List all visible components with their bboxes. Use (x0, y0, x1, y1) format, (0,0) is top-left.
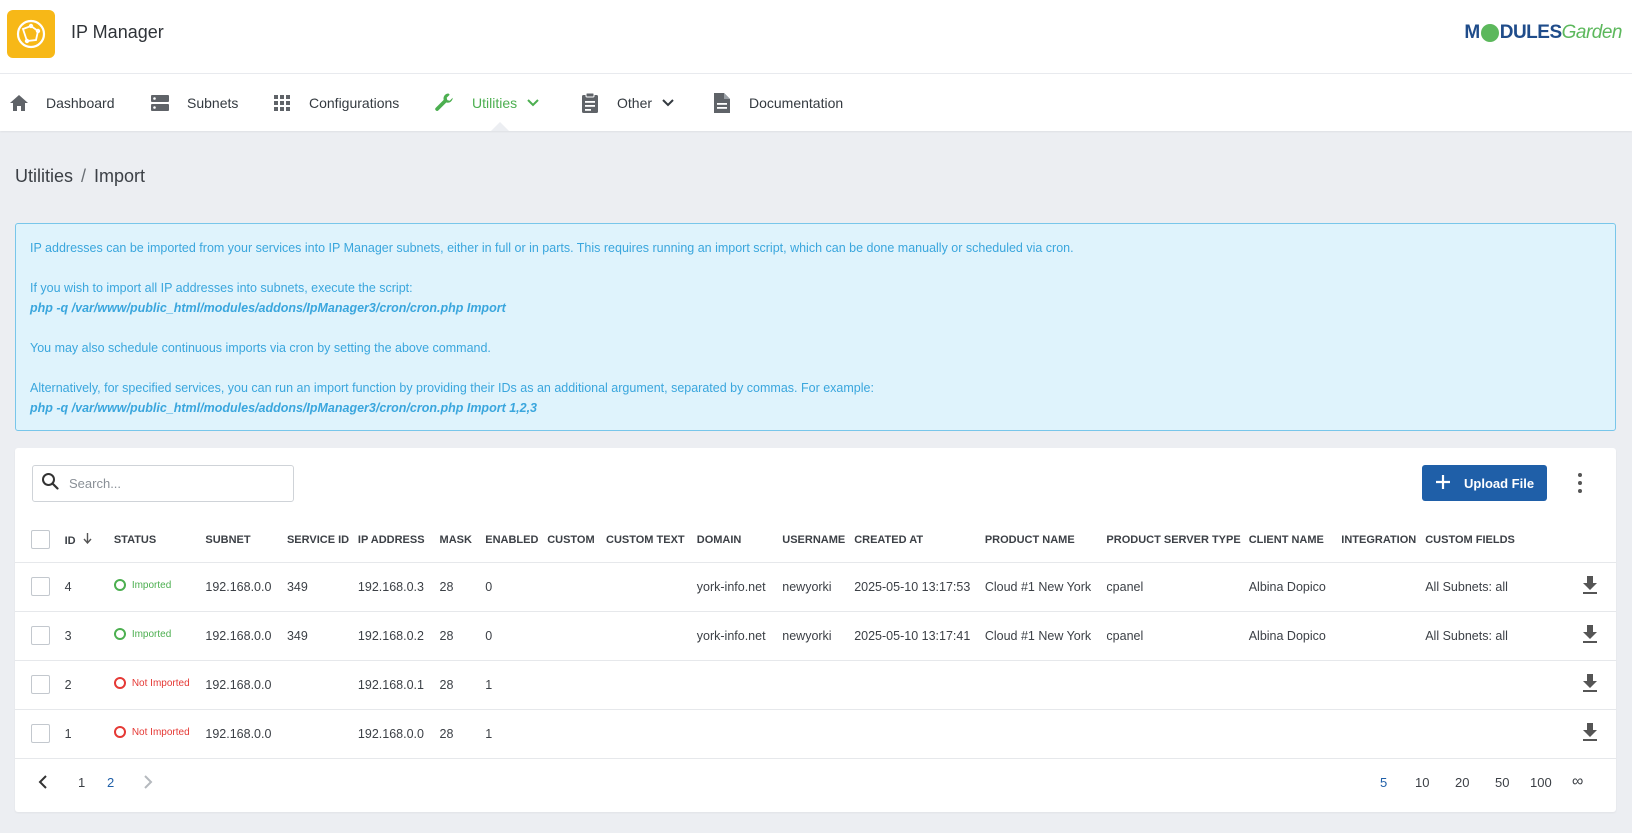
column-header-service-id[interactable]: SERVICE ID (282, 518, 354, 563)
alert-code: php -q /var/www/public_html/modules/addo… (30, 301, 506, 315)
info-alert: IP addresses can be imported from your s… (15, 223, 1616, 431)
column-header-username[interactable]: USERNAME (778, 518, 851, 563)
plus-icon (1436, 474, 1450, 492)
per-page-5[interactable]: 5 (1380, 775, 1387, 790)
nav-dashboard[interactable]: Dashboard (8, 74, 115, 131)
status-circle-icon (113, 677, 126, 689)
status-badge: Not Imported (113, 726, 190, 738)
breadcrumb-current: Import (94, 166, 146, 186)
download-icon[interactable] (1582, 576, 1598, 594)
alert-code: php -q /var/www/public_html/modules/addo… (30, 401, 538, 415)
chevron-left-icon[interactable] (38, 775, 48, 792)
import-table-card: Upload File ID STATUS SUBNET SERVICE ID … (15, 448, 1616, 812)
top-header: IP Manager M DULES Garden (0, 0, 1632, 74)
table-row[interactable]: 4 Imported 192.168.0.0 349 192.168.0.3 2… (15, 562, 1616, 612)
table-row[interactable]: 3 Imported 192.168.0.0 349 192.168.0.2 2… (15, 611, 1616, 661)
search-box[interactable] (32, 465, 294, 502)
home-icon (8, 92, 30, 114)
column-header-mask[interactable]: MASK (435, 518, 482, 563)
nav-other[interactable]: Other (579, 74, 674, 131)
alert-text: You may also schedule continuous imports… (30, 341, 491, 355)
nav-configurations[interactable]: Configurations (271, 74, 399, 131)
alert-text: IP addresses can be imported from your s… (30, 241, 1074, 255)
app-title: IP Manager (71, 22, 164, 42)
table-header-row: ID STATUS SUBNET SERVICE ID IP ADDRESS M… (15, 518, 1616, 563)
document-icon (711, 92, 733, 114)
breadcrumb: Utilities / Import (15, 166, 145, 187)
per-page-all[interactable]: ∞ (1572, 773, 1583, 791)
nav-documentation[interactable]: Documentation (711, 74, 843, 131)
active-nav-caret (491, 122, 509, 131)
import-table: ID STATUS SUBNET SERVICE ID IP ADDRESS M… (15, 518, 1616, 759)
download-icon[interactable] (1582, 674, 1598, 692)
main-navbar: Dashboard Subnets Configurations Utiliti… (0, 74, 1632, 131)
column-header-custom-fields[interactable]: CUSTOM FIELDS (1421, 518, 1521, 563)
status-badge: Imported (113, 579, 171, 591)
status-circle-icon (113, 628, 126, 640)
column-header-client-name[interactable]: CLIENT NAME (1244, 518, 1338, 563)
per-page-10[interactable]: 10 (1415, 775, 1429, 790)
column-header-integration[interactable]: INTEGRATION (1337, 518, 1422, 563)
network-globe-icon (16, 19, 46, 49)
row-checkbox[interactable] (31, 675, 50, 694)
download-icon[interactable] (1582, 625, 1598, 643)
modulesgarden-logo[interactable]: M DULES Garden (1464, 22, 1622, 44)
row-checkbox[interactable] (31, 724, 50, 743)
clipboard-icon (579, 92, 601, 114)
table-row[interactable]: 2 Not Imported 192.168.0.0 192.168.0.1 2… (15, 660, 1616, 710)
nav-utilities[interactable]: Utilities (434, 74, 539, 131)
column-header-subnet[interactable]: SUBNET (201, 518, 283, 563)
column-header-product-name[interactable]: PRODUCT NAME (980, 518, 1103, 563)
sort-down-arrow-icon (83, 532, 92, 547)
chevron-right-icon[interactable] (143, 775, 153, 792)
column-header-status[interactable]: STATUS (109, 518, 202, 563)
status-circle-icon (113, 726, 126, 738)
alert-text: If you wish to import all IP addresses i… (30, 281, 413, 295)
column-header-product-server-type[interactable]: PRODUCT SERVER TYPE (1102, 518, 1245, 563)
column-header-ip-address[interactable]: IP ADDRESS (353, 518, 436, 563)
row-checkbox[interactable] (31, 577, 50, 596)
column-header-custom-text[interactable]: CUSTOM TEXT (602, 518, 693, 563)
select-all-checkbox[interactable] (31, 530, 50, 550)
server-icon (149, 92, 171, 114)
more-options-icon[interactable] (1575, 473, 1585, 493)
upload-file-button[interactable]: Upload File (1422, 465, 1547, 501)
breadcrumb-parent[interactable]: Utilities (15, 166, 73, 187)
per-page-20[interactable]: 20 (1455, 775, 1469, 790)
status-circle-icon (113, 579, 126, 591)
per-page-100[interactable]: 100 (1530, 775, 1552, 790)
search-input[interactable] (69, 476, 269, 491)
column-header-custom[interactable]: CUSTOM (543, 518, 602, 563)
table-row[interactable]: 1 Not Imported 192.168.0.0 192.168.0.0 2… (15, 709, 1616, 759)
breadcrumb-separator: / (81, 166, 87, 186)
page-2[interactable]: 2 (107, 775, 114, 790)
column-header-created-at[interactable]: CREATED AT (850, 518, 981, 563)
pagination: 1 2 5 10 20 50 100 ∞ (15, 756, 1616, 812)
column-header-id[interactable]: ID (60, 518, 110, 563)
per-page-50[interactable]: 50 (1495, 775, 1509, 790)
status-badge: Not Imported (113, 677, 190, 689)
alert-text: Alternatively, for specified services, y… (30, 381, 874, 395)
column-header-enabled[interactable]: ENABLED (481, 518, 544, 563)
page-1[interactable]: 1 (78, 775, 85, 790)
grid-icon (271, 92, 293, 114)
row-checkbox[interactable] (31, 626, 50, 645)
status-badge: Imported (113, 628, 171, 640)
nav-subnets[interactable]: Subnets (149, 74, 238, 131)
chevron-down-icon (527, 97, 539, 109)
search-icon (41, 472, 59, 495)
chevron-down-icon (662, 97, 674, 109)
download-icon[interactable] (1582, 723, 1598, 741)
wrench-icon (434, 92, 456, 114)
app-logo[interactable] (7, 10, 55, 58)
column-header-domain[interactable]: DOMAIN (692, 518, 779, 563)
